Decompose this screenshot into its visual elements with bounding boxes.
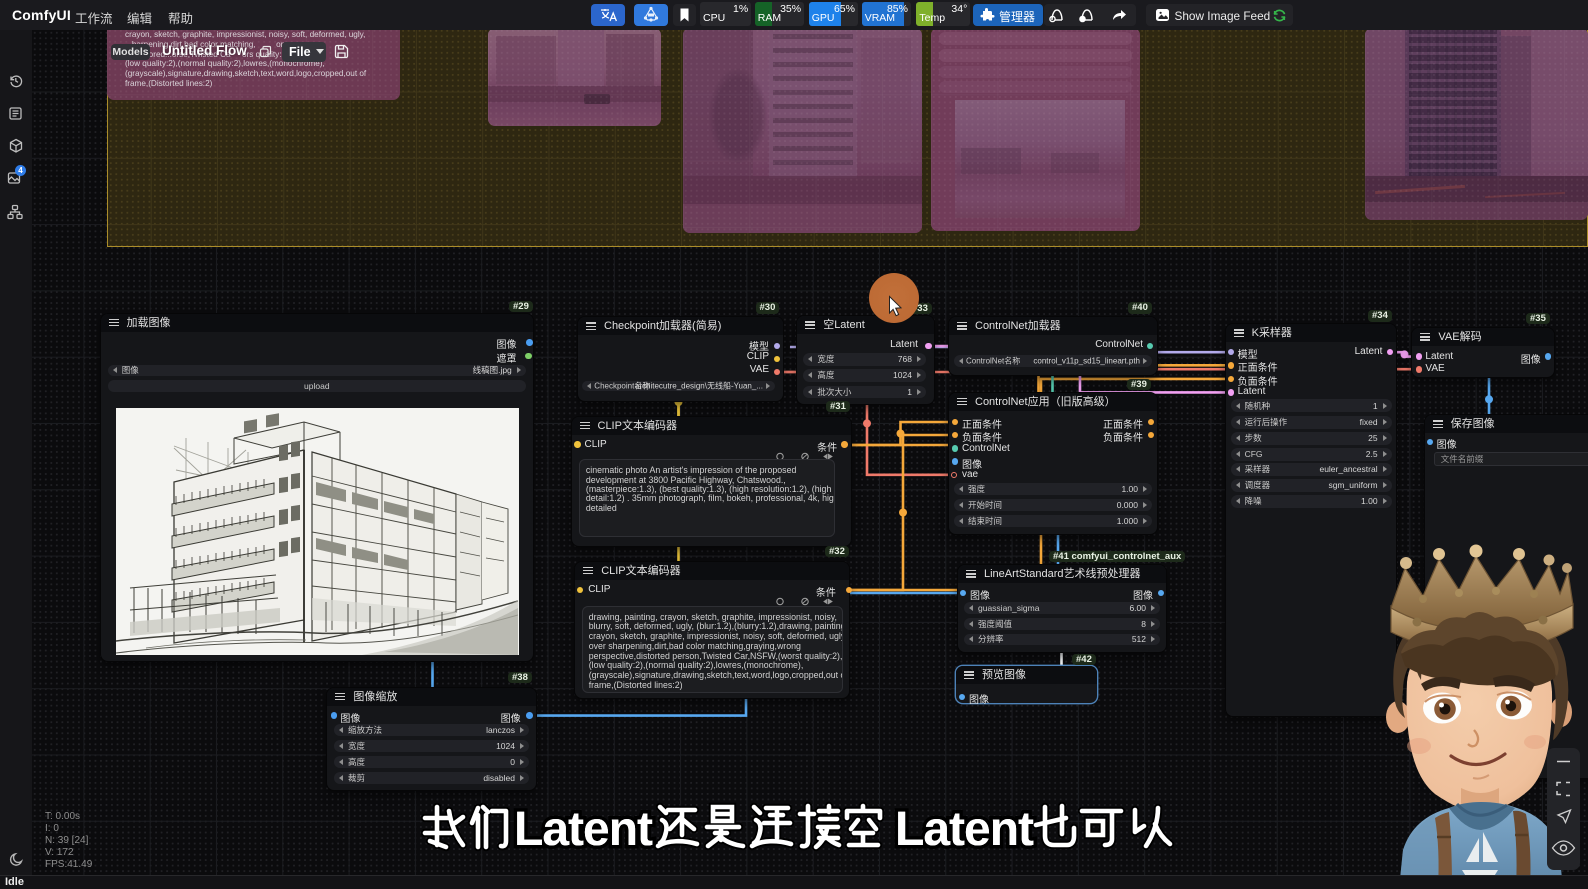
svg-text:Latent: Latent — [514, 803, 653, 856]
svg-text:Latent: Latent — [895, 803, 1034, 856]
